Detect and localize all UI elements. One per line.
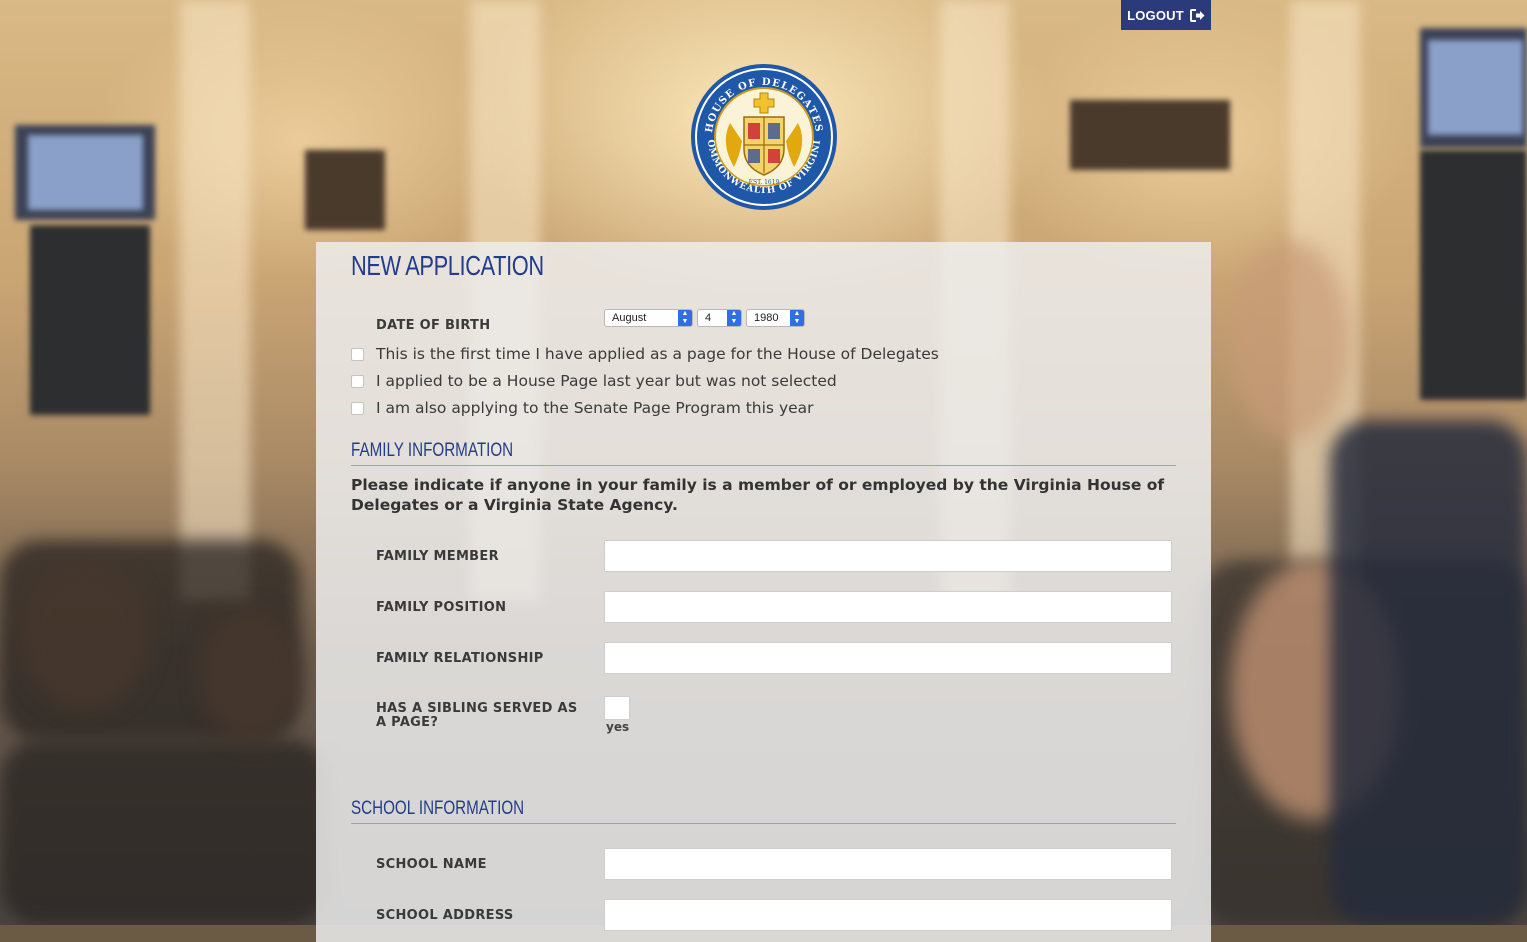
house-of-delegates-seal: HOUSE OF DELEGATES COMMONWEALTH OF VIRGI…: [685, 56, 838, 211]
sibling-yes-label: yes: [606, 720, 630, 734]
family-relationship-label: FAMILY RELATIONSHIP: [376, 651, 544, 666]
family-position-input[interactable]: [604, 591, 1172, 623]
dob-label: DATE OF BIRTH: [376, 318, 491, 333]
family-instructions: Please indicate if anyone in your family…: [351, 476, 1165, 514]
application-form-panel: NEW APPLICATION DATE OF BIRTH August ▲ ▼ …: [316, 242, 1211, 942]
checkbox-senate-page-row: I am also applying to the Senate Page Pr…: [351, 398, 814, 418]
checkbox-applied-last-year[interactable]: [351, 374, 364, 388]
checkbox-applied-last-year-row: I applied to be a House Page last year b…: [351, 371, 837, 391]
select-arrows-icon: ▲ ▼: [678, 310, 692, 326]
checkbox-first-time[interactable]: [351, 347, 364, 361]
school-address-input[interactable]: [604, 899, 1172, 931]
family-member-label: FAMILY MEMBER: [376, 549, 499, 564]
checkbox-applied-last-year-label: I applied to be a House Page last year b…: [376, 372, 837, 390]
select-arrows-icon: ▲ ▼: [727, 310, 741, 326]
dob-month-select[interactable]: August ▲ ▼: [604, 309, 693, 327]
family-relationship-input[interactable]: [604, 642, 1172, 674]
checkbox-senate-page[interactable]: [351, 401, 364, 415]
page-title: NEW APPLICATION: [351, 250, 544, 281]
dob-day-select[interactable]: 4 ▲ ▼: [697, 309, 742, 327]
sibling-served-label: HAS A SIBLING SERVED AS A PAGE?: [376, 701, 578, 730]
sibling-served-checkbox[interactable]: [604, 696, 630, 720]
dob-day-value: 4: [705, 312, 712, 324]
school-information-heading: SCHOOL INFORMATION: [351, 798, 1176, 824]
svg-text:EST. 1619: EST. 1619: [749, 179, 780, 186]
school-name-input[interactable]: [604, 848, 1172, 880]
family-information-heading: FAMILY INFORMATION: [351, 440, 1176, 466]
family-position-label: FAMILY POSITION: [376, 600, 507, 615]
select-arrows-icon: ▲ ▼: [790, 310, 804, 326]
sign-out-icon: [1189, 8, 1205, 22]
dob-year-select[interactable]: 1980 ▲ ▼: [746, 309, 805, 327]
school-name-label: SCHOOL NAME: [376, 857, 487, 872]
checkbox-first-time-row: This is the first time I have applied as…: [351, 344, 939, 364]
dob-year-value: 1980: [754, 312, 779, 324]
checkbox-senate-page-label: I am also applying to the Senate Page Pr…: [376, 399, 814, 417]
checkbox-first-time-label: This is the first time I have applied as…: [376, 345, 939, 363]
logout-button[interactable]: LOGOUT: [1121, 0, 1211, 30]
family-member-input[interactable]: [604, 540, 1172, 572]
logout-label: LOGOUT: [1127, 7, 1184, 23]
dob-month-value: August: [612, 312, 647, 324]
school-address-label: SCHOOL ADDRESS: [376, 908, 514, 923]
